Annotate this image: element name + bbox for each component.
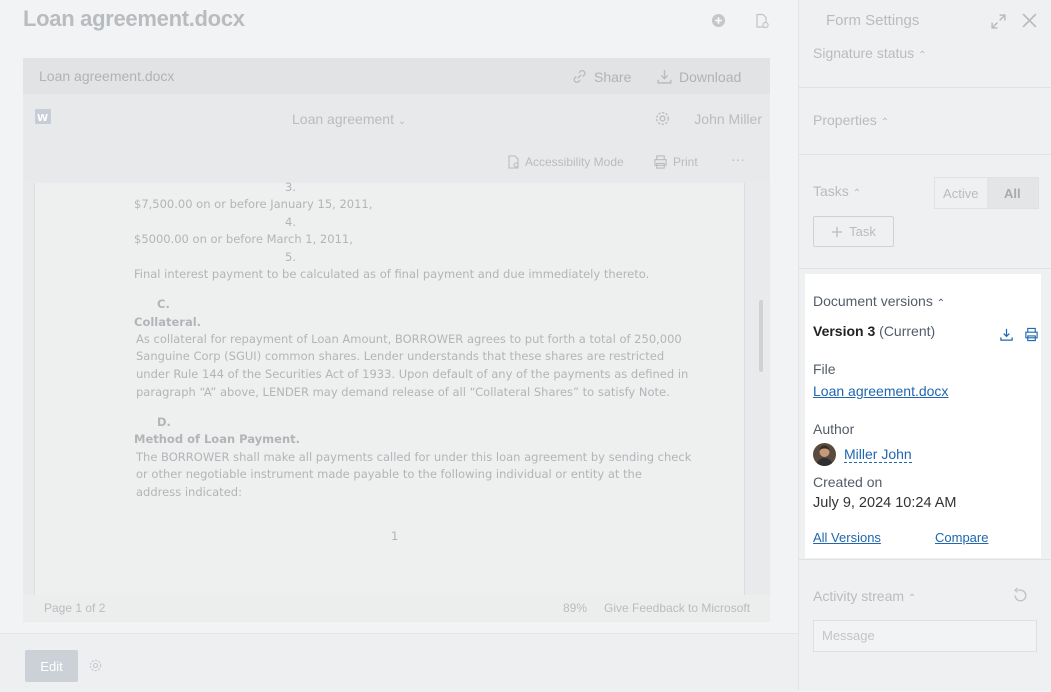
download-icon (656, 68, 673, 85)
document-settings-icon[interactable] (754, 13, 770, 29)
settings-gear-icon[interactable] (88, 658, 103, 673)
doc-line: $5000.00 on or before March 1, 2011, (134, 232, 353, 246)
list-number: 3. (285, 180, 296, 194)
doc-line: address indicated: (136, 485, 242, 499)
viewer-status-bar: Page 1 of 2 89% Give Feedback to Microso… (23, 595, 770, 621)
document-title: Loan agreement.docx (23, 6, 245, 31)
svg-text:W: W (37, 113, 48, 124)
accessibility-mode-button[interactable]: Accessibility Mode (508, 155, 624, 169)
author-link[interactable]: Miller John (844, 446, 912, 463)
tasks-filter: Active All (934, 177, 1039, 209)
refresh-icon[interactable] (1012, 587, 1029, 604)
properties-toggle[interactable]: Properties ⌃ (813, 112, 889, 128)
divider (798, 559, 1051, 560)
doc-line: The BORROWER shall make all payments cal… (136, 450, 692, 464)
doc-line: $7,500.00 on or before January 15, 2011, (134, 197, 373, 211)
gear-icon[interactable] (654, 110, 671, 127)
list-number: 5. (285, 250, 296, 264)
avatar (813, 443, 836, 466)
viewer-file-name: Loan agreement.docx (39, 68, 175, 84)
created-value: July 9, 2024 10:24 AM (813, 495, 957, 511)
share-label: Share (594, 68, 632, 85)
divider (798, 154, 1051, 155)
compare-link[interactable]: Compare (935, 530, 988, 545)
add-task-label: Task (849, 224, 876, 239)
tasks-toggle[interactable]: Tasks ⌃ (813, 183, 861, 199)
created-label: Created on (813, 474, 883, 490)
download-label: Download (679, 68, 742, 85)
more-options-button[interactable]: ··· (731, 151, 745, 167)
page-info: Page 1 of 2 (44, 601, 106, 615)
print-button[interactable]: Print (653, 155, 698, 169)
accessibility-label: Accessibility Mode (525, 155, 624, 169)
share-button[interactable]: Share (571, 68, 631, 85)
word-ribbon: W Loan agreement ⌄ John Miller (23, 94, 770, 138)
section-letter: C. (157, 297, 170, 311)
link-icon (571, 68, 588, 85)
document-versions-toggle[interactable]: Document versions ⌃ (813, 293, 945, 309)
file-link[interactable]: Loan agreement.docx (813, 383, 948, 399)
tasks-active-tab[interactable]: Active (935, 178, 987, 208)
page-number: 1 (391, 529, 399, 543)
doc-line: As collateral for repayment of Loan Amou… (136, 332, 682, 346)
doc-line: Sanguine Corp (SGUI) common shares. Lend… (136, 349, 665, 363)
message-input[interactable]: Message (813, 620, 1037, 652)
zoom-level[interactable]: 89% (563, 601, 587, 615)
section-letter: D. (157, 415, 171, 429)
bottom-bar (0, 633, 798, 692)
section-heading: Collateral. (134, 315, 202, 329)
close-icon[interactable] (1021, 12, 1038, 29)
tasks-all-tab[interactable]: All (986, 178, 1038, 208)
form-settings-title: Form Settings (826, 12, 920, 29)
accessibility-icon (508, 155, 520, 169)
expand-icon[interactable] (990, 13, 1007, 30)
version-label: Version 3 (Current) (813, 323, 936, 339)
doc-line: paragraph “A” above, LENDER may demand r… (136, 385, 670, 399)
signature-status-toggle[interactable]: Signature status ⌃ (813, 45, 926, 61)
document-page: 3. $7,500.00 on or before January 15, 20… (34, 180, 745, 595)
user-name[interactable]: John Miller (694, 111, 762, 127)
download-button[interactable]: Download (656, 68, 741, 85)
activity-stream-toggle[interactable]: Activity stream ⌃ (813, 588, 916, 604)
plus-icon (831, 226, 843, 238)
view-toolbar: Accessibility Mode Print ··· (23, 138, 770, 182)
printer-icon (653, 155, 668, 169)
viewer-top-bar: Loan agreement.docx Share Download (23, 58, 770, 94)
all-versions-link[interactable]: All Versions (813, 530, 881, 545)
doc-line: or other negotiable instrument made paya… (136, 467, 642, 481)
add-task-button[interactable]: Task (813, 216, 894, 247)
document-versions-card: Document versions ⌃ Version 3 (Current) … (805, 274, 1041, 558)
word-icon: W (35, 109, 51, 124)
divider (798, 87, 1051, 88)
doc-line: under Rule 144 of the Securities Act of … (136, 367, 689, 381)
section-heading: Method of Loan Payment. (134, 432, 301, 446)
author-label: Author (813, 421, 855, 437)
file-label: File (813, 361, 836, 377)
doc-title-dropdown[interactable]: Loan agreement ⌄ (292, 111, 406, 127)
feedback-link[interactable]: Give Feedback to Microsoft (604, 601, 750, 615)
doc-line: Final interest payment to be calculated … (134, 267, 650, 281)
print-version-icon[interactable] (1024, 327, 1039, 342)
print-label: Print (673, 155, 698, 169)
add-circle-icon[interactable] (711, 13, 727, 29)
list-number: 4. (285, 215, 296, 229)
divider (798, 268, 1051, 269)
edit-button[interactable]: Edit (25, 650, 78, 682)
vertical-scrollbar[interactable] (759, 300, 763, 372)
download-version-icon[interactable] (999, 327, 1014, 342)
